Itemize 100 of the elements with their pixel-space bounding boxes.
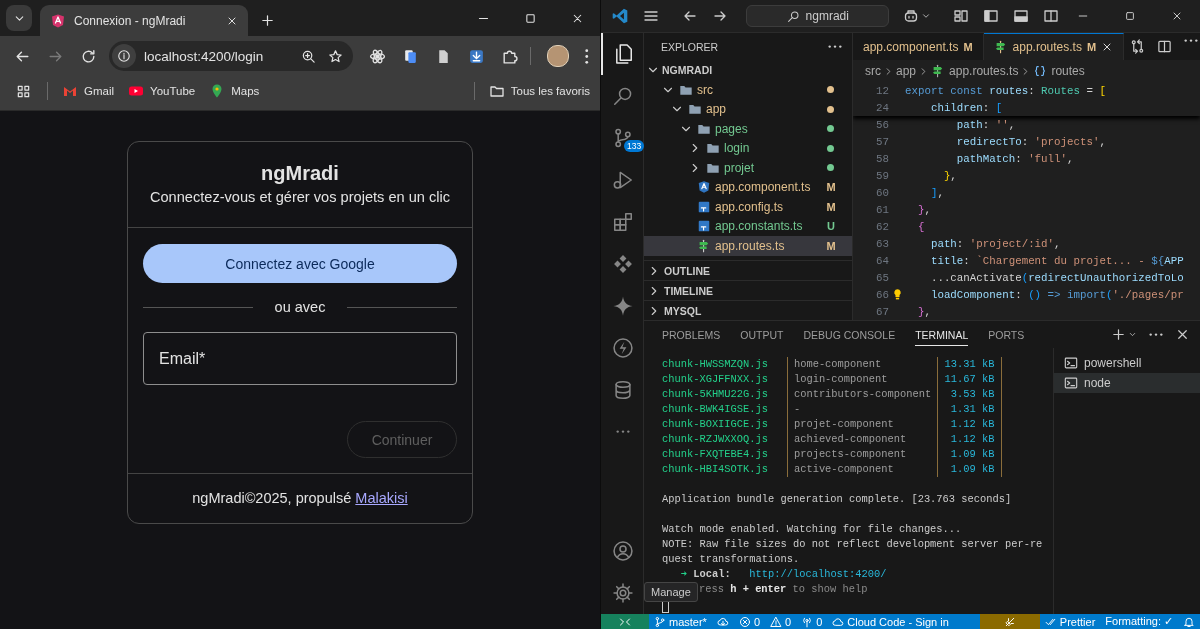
tree-item[interactable]: app.routes.ts M [644, 236, 852, 256]
panel-tab[interactable]: PROBLEMS [662, 323, 721, 346]
bookmark-link[interactable]: Maps [209, 83, 260, 99]
puzzle-icon[interactable] [501, 47, 518, 65]
layout-icon[interactable] [953, 8, 969, 24]
documents-icon[interactable] [402, 47, 419, 65]
more-icon[interactable] [828, 44, 842, 49]
address-bar[interactable]: localhost:4200/login [109, 41, 353, 71]
tree-item[interactable]: login [644, 138, 852, 158]
more-icon[interactable] [1149, 332, 1163, 337]
tree-item[interactable]: projet [644, 158, 852, 178]
section-header[interactable]: TIMELINE [644, 280, 852, 300]
compare-icon[interactable] [1130, 39, 1146, 54]
download-icon[interactable] [468, 47, 485, 65]
panel-tab[interactable]: TERMINAL [915, 323, 969, 346]
browser-tab[interactable]: Connexion - ngMradi [40, 5, 248, 36]
status-item[interactable]: Prettier [1039, 614, 1101, 629]
apps-grid-icon[interactable] [16, 83, 31, 99]
terminal-text: chunk-BWK4IGSE.js [662, 402, 769, 417]
all-bookmarks-link[interactable]: Tous les favoris [488, 83, 590, 99]
tree-root[interactable]: NGMRADI [644, 60, 852, 80]
star-icon[interactable] [328, 48, 343, 64]
tree-item[interactable]: pages [644, 119, 852, 139]
git-status: M [826, 239, 836, 252]
editor-tab[interactable]: app.component.ts M [853, 33, 984, 60]
plus-icon[interactable] [260, 13, 275, 28]
tree-item[interactable]: src [644, 80, 852, 100]
terminal-text: projects-component [786, 447, 938, 462]
bookmark-link[interactable]: YouTube [128, 83, 196, 99]
breadcrumb[interactable]: src [865, 64, 881, 78]
panel-tab[interactable]: OUTPUT [740, 323, 784, 346]
editor-tab[interactable]: app.routes.ts M [983, 33, 1125, 60]
panel-tab[interactable]: PORTS [988, 323, 1025, 346]
reload-icon[interactable] [80, 47, 97, 65]
split-editor-icon[interactable] [1157, 39, 1173, 54]
maximize-icon[interactable] [1124, 10, 1136, 22]
atom-icon[interactable] [369, 47, 386, 65]
close-icon[interactable] [1175, 327, 1190, 342]
panel-tab[interactable]: DEBUG CONSOLE [803, 323, 896, 346]
section-header[interactable]: OUTLINE [644, 260, 852, 280]
tree-item[interactable]: app.config.ts M [644, 197, 852, 217]
status-item[interactable]: master* [649, 614, 712, 629]
breadcrumb[interactable]: routes [1033, 64, 1085, 78]
tree-item[interactable]: app.constants.ts U [644, 216, 852, 236]
terminal-list-item[interactable]: node [1054, 373, 1200, 393]
line-number: 59 [875, 169, 889, 182]
folder-icon [488, 83, 505, 99]
split-layout-icon[interactable] [1043, 8, 1059, 24]
site-info-button[interactable] [112, 44, 136, 68]
terminal-link[interactable]: http://localhost:4200/ [749, 567, 887, 582]
robot-icon[interactable] [903, 8, 920, 24]
zoom-icon[interactable] [301, 48, 316, 64]
settings-icon [612, 582, 634, 604]
signpost-icon [697, 238, 711, 253]
bookmark-link[interactable]: Gmail [62, 83, 115, 99]
cloud-sync-icon [716, 615, 729, 628]
editor-logo-icon[interactable] [611, 7, 629, 25]
chevron-down-icon[interactable] [1128, 330, 1137, 339]
chevron-down-icon[interactable] [921, 11, 932, 21]
email-field[interactable]: Email* [143, 332, 457, 385]
status-item[interactable]: Cloud Code - Sign in [827, 614, 954, 629]
panel-title: EXPLORER [661, 40, 719, 53]
terminal-list-item[interactable]: powershell [1054, 353, 1200, 373]
terminal-text: projet-component [786, 417, 938, 432]
status-item[interactable]: Formatting: ✓ [1100, 614, 1178, 629]
blocks-icon [612, 211, 634, 233]
activity-item[interactable]: 133 [601, 117, 643, 159]
footer-link[interactable]: Malakisi [355, 490, 408, 506]
close-icon[interactable] [571, 12, 584, 25]
status-item[interactable]: 0 [733, 614, 766, 629]
tree-item[interactable]: app.component.ts M [644, 177, 852, 197]
menu-icon[interactable] [643, 8, 659, 24]
more-icon[interactable] [1184, 39, 1199, 43]
close-icon[interactable] [1171, 10, 1183, 22]
status-item[interactable] [979, 614, 1040, 629]
profile-avatar[interactable] [547, 45, 569, 67]
sidebar-layout-icon[interactable] [983, 8, 999, 24]
terminal-text: chunk-FXQTEBE4.js [662, 447, 769, 462]
tab-list-button[interactable] [6, 5, 32, 31]
more-icon[interactable] [585, 48, 589, 64]
shield-icon [697, 180, 711, 195]
line-number: 67 [875, 305, 889, 318]
command-search-field[interactable]: ngmradi [746, 5, 890, 27]
maximize-icon[interactable] [524, 12, 537, 25]
status-item[interactable]: 0 [796, 614, 828, 629]
line-number: 65 [875, 271, 889, 284]
terminal-icon [1064, 376, 1078, 390]
error-icon [738, 615, 751, 628]
typescript-file-icon [697, 199, 711, 214]
status-item[interactable]: 0 [765, 614, 797, 629]
panel-layout-icon[interactable] [1013, 8, 1029, 24]
breadcrumb[interactable]: app.routes.ts [931, 64, 1019, 78]
tree-item[interactable]: app [644, 99, 852, 119]
terminal-text: Local: [693, 567, 731, 582]
line-number: 64 [875, 254, 889, 267]
plus-icon[interactable] [1111, 327, 1126, 342]
tooltip: Manage [644, 582, 698, 602]
breadcrumb[interactable]: app [896, 64, 917, 78]
google-signin-button[interactable]: Connectez avec Google [143, 244, 457, 283]
folder-icon [688, 102, 702, 117]
